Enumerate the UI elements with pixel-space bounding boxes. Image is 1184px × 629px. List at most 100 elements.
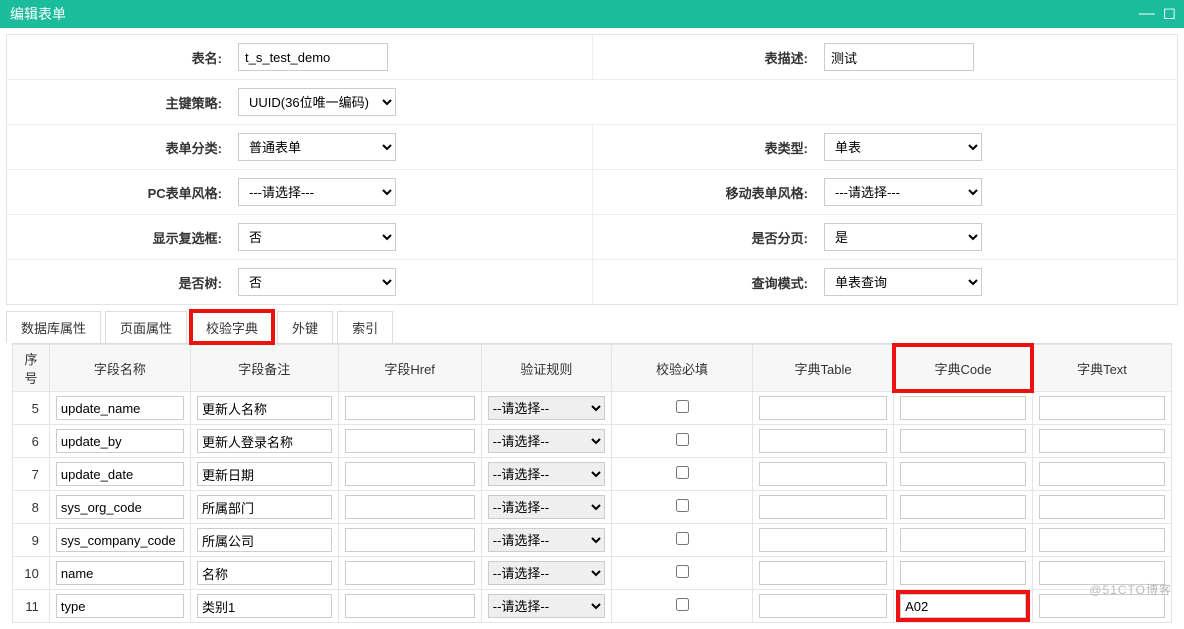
- input-dict-text[interactable]: [1039, 594, 1165, 618]
- select-validate-rule[interactable]: --请选择--: [488, 462, 605, 486]
- checkbox-required[interactable]: [676, 400, 689, 413]
- input-dict-code[interactable]: [900, 495, 1026, 519]
- cell-idx: 8: [13, 491, 50, 524]
- label-pk-strategy: 主键策略:: [7, 93, 232, 112]
- cell-idx: 10: [13, 557, 50, 590]
- input-dict-text[interactable]: [1039, 429, 1165, 453]
- table-row: 5--请选择--: [13, 392, 1172, 425]
- select-is-tree[interactable]: 否: [238, 268, 396, 296]
- select-validate-rule[interactable]: --请选择--: [488, 528, 605, 552]
- input-dict-table[interactable]: [759, 429, 887, 453]
- col-dict-code: 字典Code: [894, 345, 1033, 392]
- input-field-remark[interactable]: [197, 396, 332, 420]
- input-field-remark[interactable]: [197, 429, 332, 453]
- cell-idx: 11: [13, 590, 50, 623]
- minimize-icon[interactable]: —: [1139, 0, 1155, 28]
- input-field-href[interactable]: [345, 462, 475, 486]
- table-row: 9--请选择--: [13, 524, 1172, 557]
- tab-index[interactable]: 索引: [337, 311, 393, 343]
- col-idx: 序号: [13, 345, 50, 392]
- maximize-icon[interactable]: ◻: [1163, 0, 1176, 28]
- tab-page[interactable]: 页面属性: [105, 311, 187, 343]
- table-row: 11 --请选择--: [13, 590, 1172, 623]
- input-field-name[interactable]: [56, 429, 184, 453]
- input-field-name[interactable]: [56, 396, 184, 420]
- label-is-tree: 是否树:: [7, 273, 232, 292]
- input-field-remark[interactable]: [197, 495, 332, 519]
- input-dict-code[interactable]: [900, 396, 1026, 420]
- select-validate-rule[interactable]: --请选择--: [488, 561, 605, 585]
- input-dict-table[interactable]: [759, 396, 887, 420]
- input-field-href[interactable]: [345, 429, 475, 453]
- cell-idx: 7: [13, 458, 50, 491]
- input-dict-text[interactable]: [1039, 462, 1165, 486]
- input-dict-table[interactable]: [759, 495, 887, 519]
- select-paging[interactable]: 是: [824, 223, 982, 251]
- input-dict-text[interactable]: [1039, 396, 1165, 420]
- input-dict-code[interactable]: [900, 462, 1026, 486]
- grid: 序号 字段名称 字段备注 字段Href 验证规则 校验必填 字典Table 字典…: [12, 344, 1172, 623]
- input-dict-table[interactable]: [759, 561, 887, 585]
- checkbox-required[interactable]: [676, 598, 689, 611]
- input-dict-code[interactable]: [900, 561, 1026, 585]
- select-show-checkbox[interactable]: 否: [238, 223, 396, 251]
- select-query-mode[interactable]: 单表查询: [824, 268, 982, 296]
- input-field-href[interactable]: [345, 396, 475, 420]
- input-dict-code[interactable]: [900, 528, 1026, 552]
- input-field-remark[interactable]: [197, 594, 332, 618]
- input-dict-code[interactable]: [900, 429, 1026, 453]
- select-mobile-style[interactable]: ---请选择---: [824, 178, 982, 206]
- label-table-name: 表名:: [7, 48, 232, 67]
- checkbox-required[interactable]: [676, 466, 689, 479]
- input-dict-text[interactable]: [1039, 528, 1165, 552]
- input-field-href[interactable]: [345, 561, 475, 585]
- select-validate-rule[interactable]: --请选择--: [488, 495, 605, 519]
- input-field-name[interactable]: [56, 594, 184, 618]
- tab-fk[interactable]: 外键: [277, 311, 333, 343]
- input-field-name[interactable]: [56, 495, 184, 519]
- select-form-category[interactable]: 普通表单: [238, 133, 396, 161]
- tab-db[interactable]: 数据库属性: [6, 311, 101, 343]
- col-field-href: 字段Href: [338, 345, 481, 392]
- form-panel: 表名: 表描述: 主键策略: UUID(36位唯一编码) 表单分类: 普通表单 …: [6, 34, 1178, 305]
- checkbox-required[interactable]: [676, 499, 689, 512]
- input-field-href[interactable]: [345, 594, 475, 618]
- input-dict-table[interactable]: [759, 594, 887, 618]
- input-field-href[interactable]: [345, 495, 475, 519]
- col-field-remark: 字段备注: [190, 345, 338, 392]
- select-validate-rule[interactable]: --请选择--: [488, 429, 605, 453]
- select-form-type[interactable]: 单表: [824, 133, 982, 161]
- label-show-checkbox: 显示复选框:: [7, 228, 232, 247]
- input-field-name[interactable]: [56, 528, 184, 552]
- input-field-href[interactable]: [345, 528, 475, 552]
- input-field-name[interactable]: [56, 561, 184, 585]
- input-field-name[interactable]: [56, 462, 184, 486]
- checkbox-required[interactable]: [676, 532, 689, 545]
- label-mobile-style: 移动表单风格:: [593, 183, 818, 202]
- select-validate-rule[interactable]: --请选择--: [488, 396, 605, 420]
- label-table-desc: 表描述:: [593, 48, 818, 67]
- col-dict-text: 字典Text: [1033, 345, 1172, 392]
- cell-idx: 6: [13, 425, 50, 458]
- input-table-name[interactable]: [238, 43, 388, 71]
- checkbox-required[interactable]: [676, 433, 689, 446]
- input-dict-text[interactable]: [1039, 495, 1165, 519]
- select-pc-style[interactable]: ---请选择---: [238, 178, 396, 206]
- select-validate-rule[interactable]: --请选择--: [488, 594, 605, 618]
- tab-dict[interactable]: 校验字典: [191, 311, 273, 343]
- label-pc-style: PC表单风格:: [7, 183, 232, 202]
- input-field-remark[interactable]: [197, 528, 332, 552]
- table-row: 8 --请选择--: [13, 491, 1172, 524]
- select-pk-strategy[interactable]: UUID(36位唯一编码): [238, 88, 396, 116]
- input-table-desc[interactable]: [824, 43, 974, 71]
- window-titlebar: 编辑表单 — ◻: [0, 0, 1184, 28]
- input-dict-table[interactable]: [759, 528, 887, 552]
- input-dict-code[interactable]: [900, 594, 1026, 618]
- input-field-remark[interactable]: [197, 561, 332, 585]
- input-dict-table[interactable]: [759, 462, 887, 486]
- input-dict-text[interactable]: [1039, 561, 1165, 585]
- checkbox-required[interactable]: [676, 565, 689, 578]
- col-dict-table: 字典Table: [753, 345, 894, 392]
- input-field-remark[interactable]: [197, 462, 332, 486]
- label-form-type: 表类型:: [593, 138, 818, 157]
